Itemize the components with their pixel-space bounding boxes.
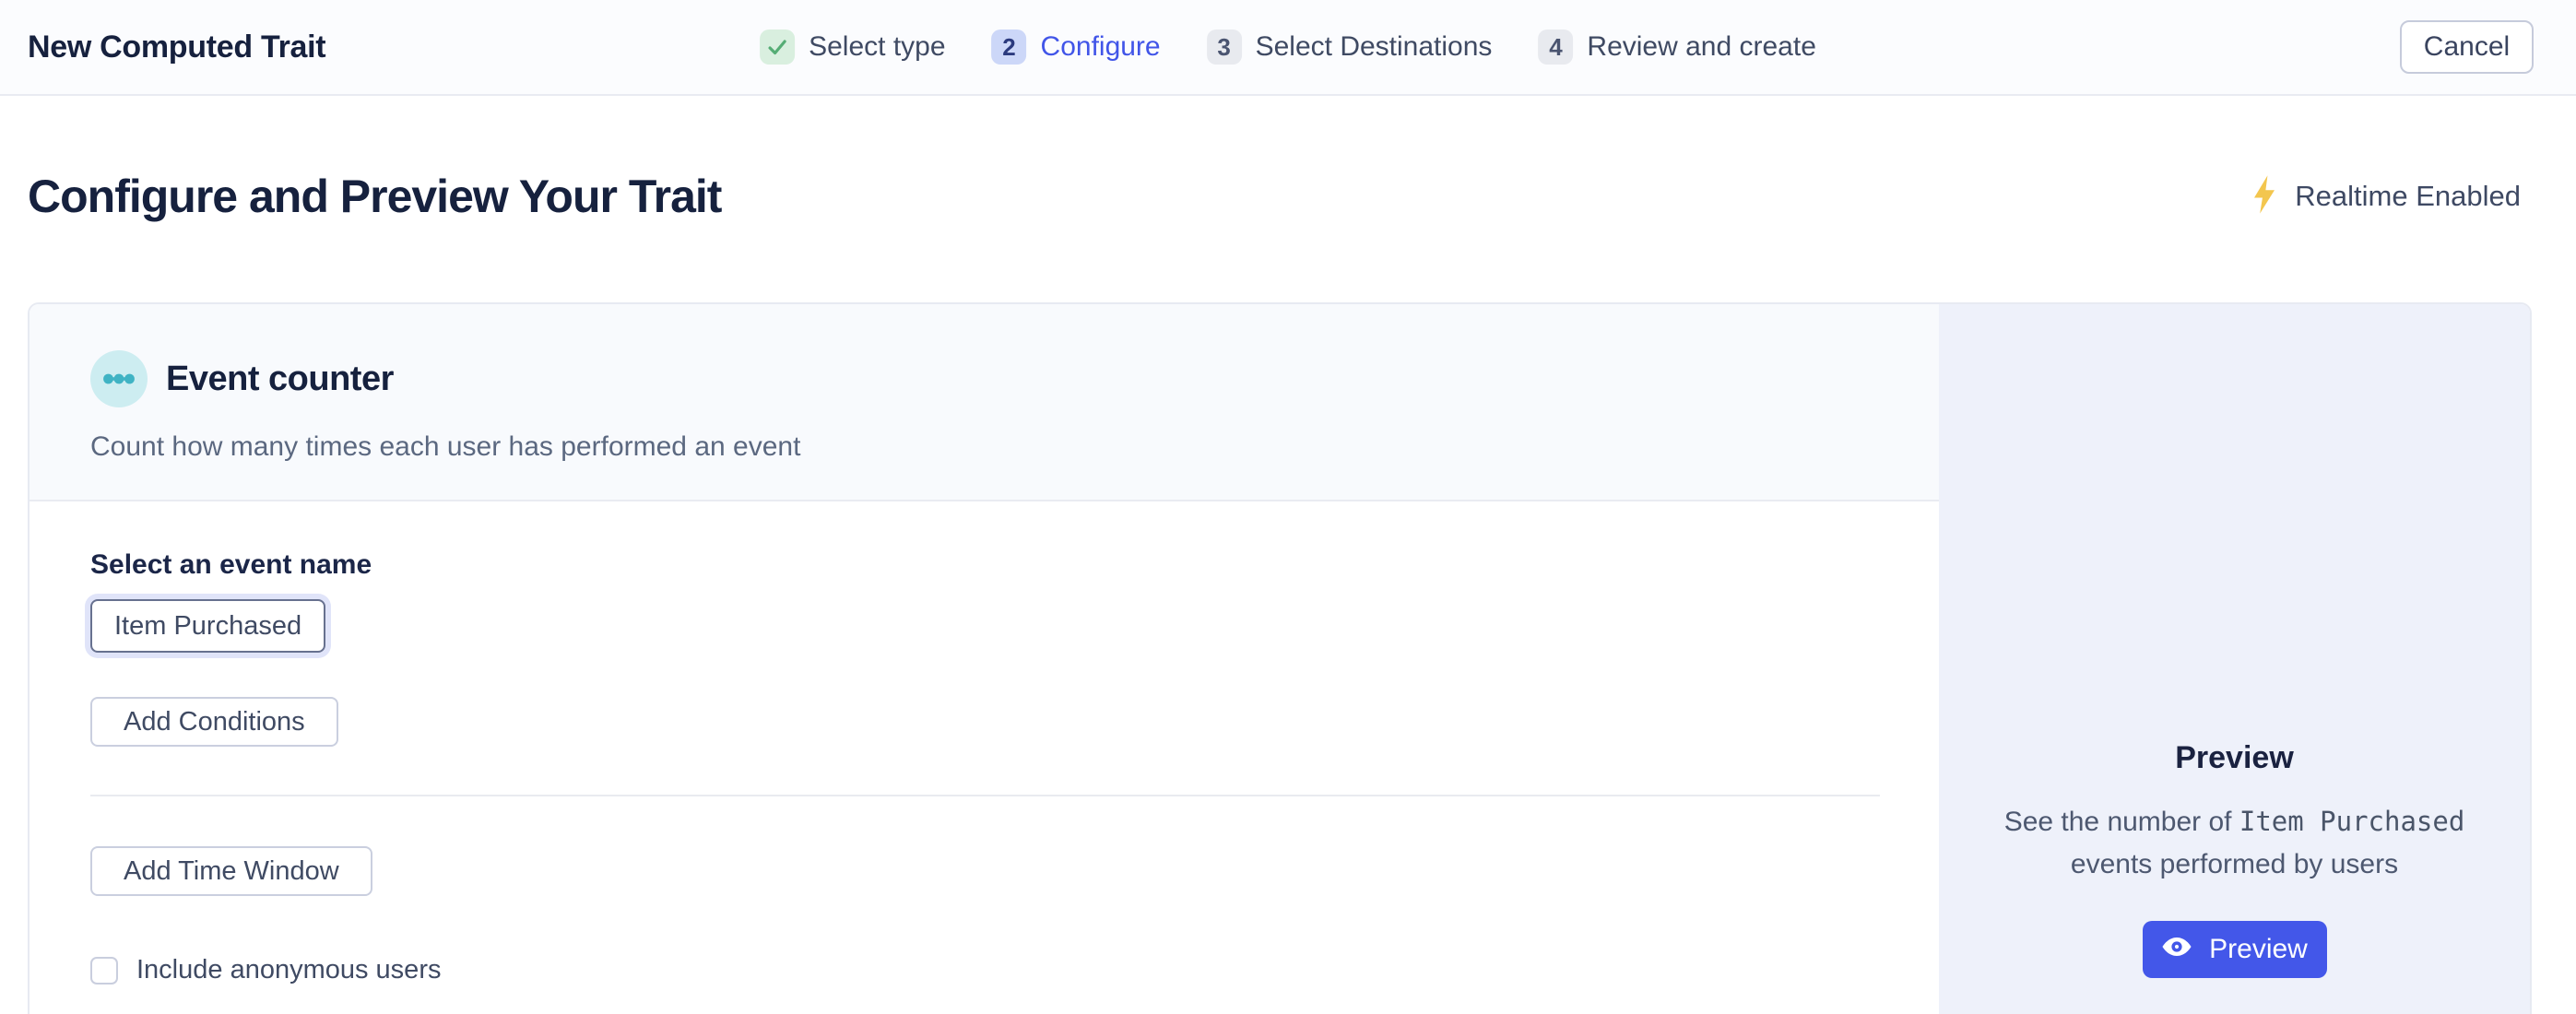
event-name-label: Select an event name: [90, 549, 1939, 581]
eye-icon: [2161, 934, 2192, 965]
preview-description-prefix: See the number of: [2004, 807, 2239, 837]
include-anonymous-label[interactable]: Include anonymous users: [136, 955, 441, 985]
step-number-badge: 4: [1538, 29, 1573, 65]
preview-event-name: Item Purchased: [2239, 806, 2464, 837]
add-conditions-button[interactable]: Add Conditions: [90, 697, 338, 747]
divider: [90, 795, 1880, 796]
topbar: New Computed Trait Select type 2 Configu…: [0, 0, 2576, 96]
cancel-button[interactable]: Cancel: [2400, 20, 2534, 74]
trait-config-main: Event counter Count how many times each …: [30, 304, 1939, 1014]
event-counter-icon: [90, 350, 148, 407]
realtime-status: Realtime Enabled: [2249, 174, 2521, 219]
check-icon: [760, 29, 795, 65]
window-title: New Computed Trait: [28, 29, 325, 65]
preview-button-label: Preview: [2209, 934, 2308, 965]
preview-panel: Preview See the number of Item Purchased…: [1939, 304, 2530, 1014]
event-name-select[interactable]: Item Purchased: [90, 599, 325, 653]
page-heading-row: Configure and Preview Your Trait Realtim…: [0, 96, 2576, 223]
trait-config-card: Event counter Count how many times each …: [28, 302, 2532, 1014]
page-title: Configure and Preview Your Trait: [28, 170, 721, 223]
include-anonymous-checkbox[interactable]: [90, 957, 118, 985]
step-label: Review and create: [1587, 31, 1815, 63]
step-number-badge: 3: [1207, 29, 1242, 65]
wizard-stepper: Select type 2 Configure 3 Select Destina…: [760, 0, 1816, 94]
preview-description-suffix: events performed by users: [2071, 849, 2398, 879]
preview-title: Preview: [2175, 737, 2294, 778]
step-review-create[interactable]: 4 Review and create: [1538, 29, 1815, 65]
add-time-window-button[interactable]: Add Time Window: [90, 846, 372, 896]
step-select-type[interactable]: Select type: [760, 29, 945, 65]
preview-description: See the number of Item Purchased events …: [1986, 800, 2484, 886]
trait-type-description: Count how many times each user has perfo…: [90, 431, 1939, 463]
step-configure[interactable]: 2 Configure: [992, 29, 1161, 65]
preview-button[interactable]: Preview: [2143, 921, 2327, 978]
step-label: Configure: [1041, 31, 1161, 63]
step-select-destinations[interactable]: 3 Select Destinations: [1207, 29, 1493, 65]
realtime-label: Realtime Enabled: [2295, 180, 2521, 213]
step-label: Select type: [809, 31, 945, 63]
trait-config-body: Select an event name Item Purchased Add …: [30, 501, 1939, 1014]
lightning-bolt-icon: [2249, 174, 2280, 219]
trait-type-title: Event counter: [166, 360, 394, 399]
step-number-badge: 2: [992, 29, 1027, 65]
trait-type-header: Event counter Count how many times each …: [30, 304, 1939, 501]
step-label: Select Destinations: [1256, 31, 1493, 63]
